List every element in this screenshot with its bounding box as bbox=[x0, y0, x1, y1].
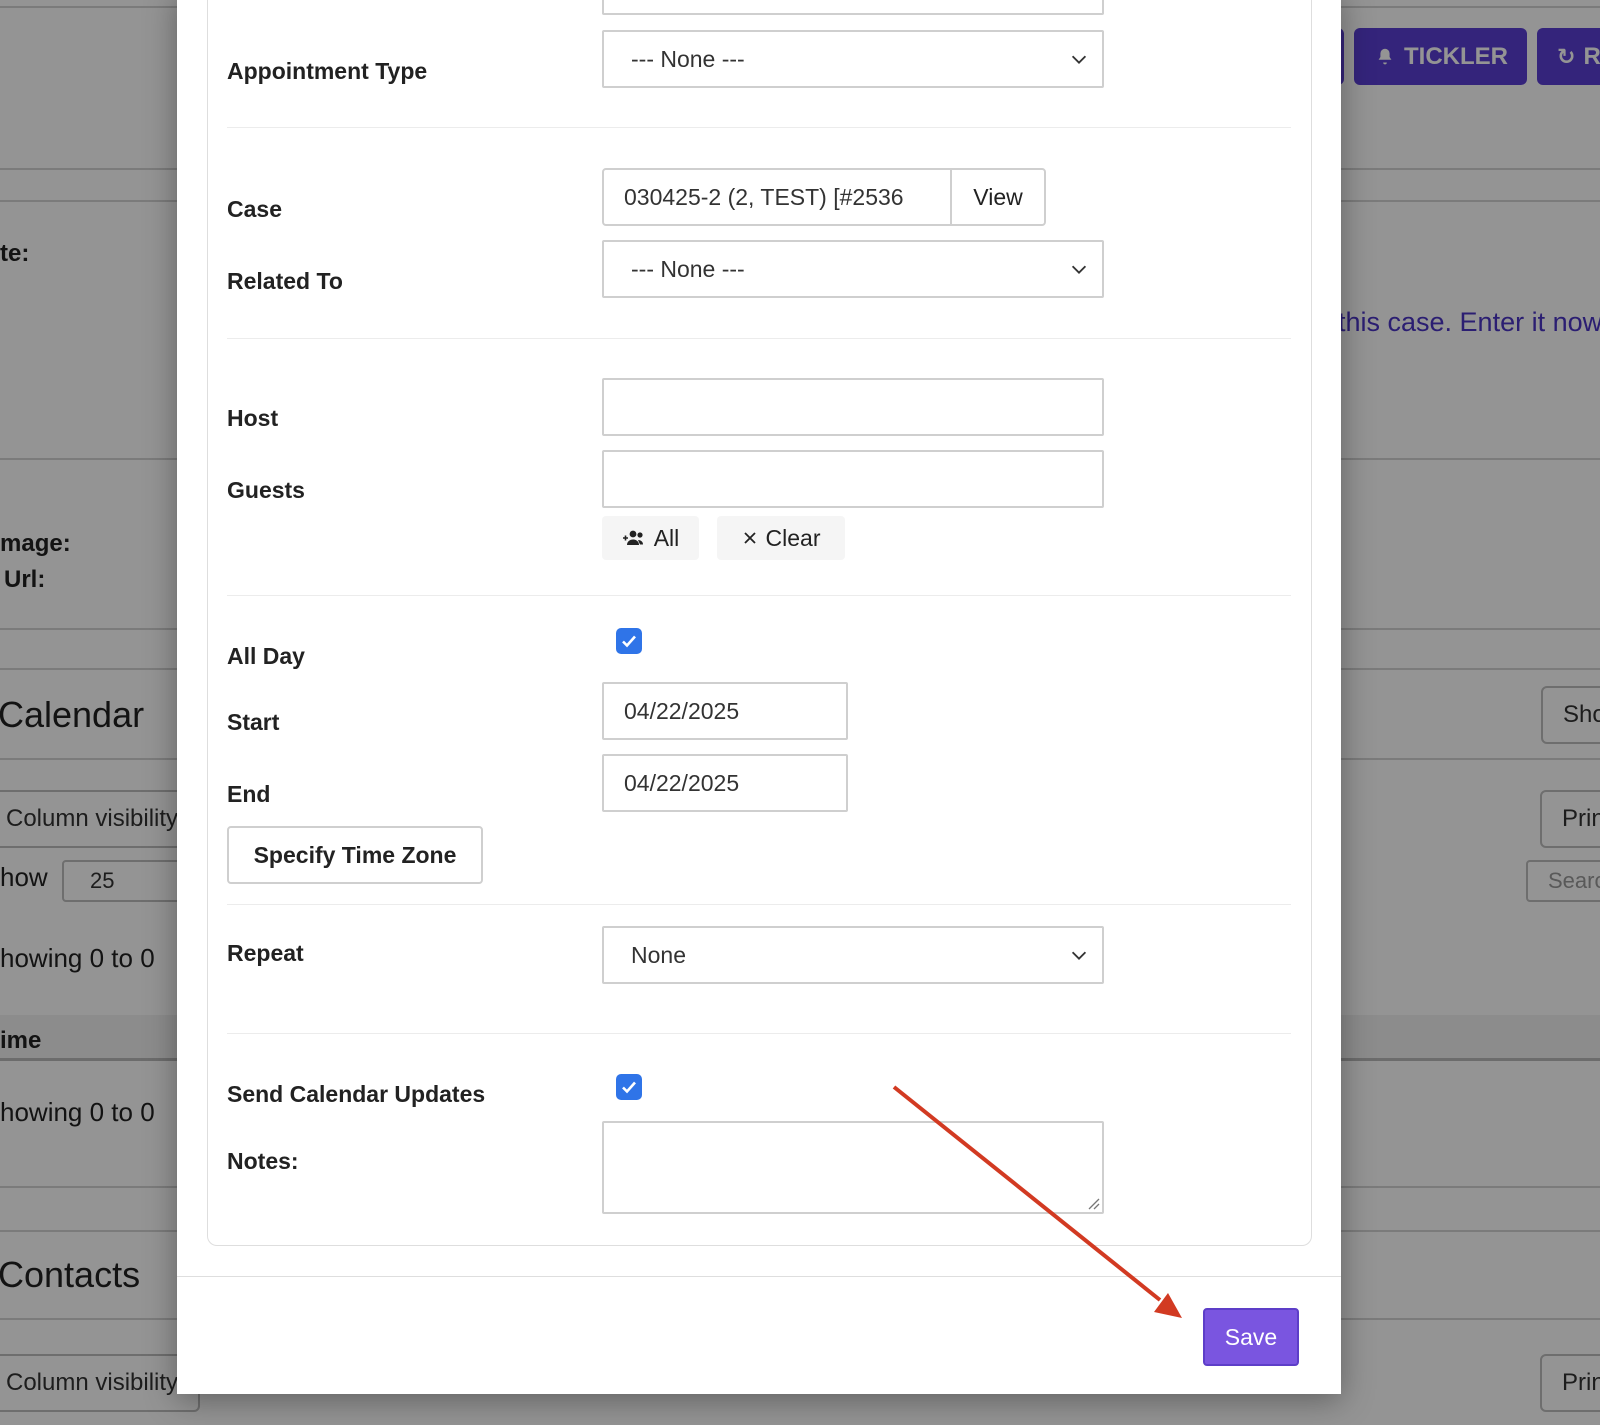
case-value: 030425-2 (2, TEST) [#2536 bbox=[624, 183, 904, 210]
location-input[interactable] bbox=[602, 0, 1104, 15]
host-input[interactable] bbox=[602, 378, 1104, 436]
case-label: Case bbox=[227, 196, 282, 222]
repeat-value: None bbox=[631, 941, 686, 968]
appointment-type-value: --- None --- bbox=[631, 45, 745, 72]
checkmark-icon bbox=[622, 1081, 636, 1094]
add-all-guests-button[interactable]: All bbox=[602, 516, 699, 560]
close-icon bbox=[743, 532, 756, 544]
clear-guests-button[interactable]: Clear bbox=[717, 516, 845, 560]
notes-label: Notes: bbox=[227, 1148, 299, 1174]
chevron-down-icon bbox=[1071, 951, 1087, 960]
all-day-checkbox[interactable] bbox=[616, 628, 642, 654]
related-to-select[interactable]: --- None --- bbox=[602, 240, 1104, 298]
send-calendar-updates-checkbox[interactable] bbox=[616, 1074, 642, 1100]
repeat-select[interactable]: None bbox=[602, 926, 1104, 984]
resize-handle-icon[interactable] bbox=[1084, 1194, 1100, 1210]
related-to-value: --- None --- bbox=[631, 255, 745, 282]
add-all-guests-label: All bbox=[653, 524, 680, 551]
host-label: Host bbox=[227, 405, 279, 431]
chevron-down-icon bbox=[1071, 55, 1087, 64]
send-calendar-updates-label: Send Calendar Updates bbox=[227, 1081, 486, 1107]
save-button[interactable]: Save bbox=[1203, 1308, 1299, 1366]
modal-footer-divider bbox=[177, 1276, 1341, 1277]
clear-guests-label: Clear bbox=[765, 524, 821, 551]
case-input[interactable]: 030425-2 (2, TEST) [#2536 bbox=[602, 168, 952, 226]
add-group-icon bbox=[622, 530, 643, 545]
end-label: End bbox=[227, 781, 271, 807]
notes-textarea[interactable] bbox=[602, 1121, 1104, 1214]
start-date-input[interactable]: 04/22/2025 bbox=[602, 682, 848, 740]
checkmark-icon bbox=[622, 635, 636, 648]
specify-time-zone-button[interactable]: Specify Time Zone bbox=[227, 826, 483, 884]
divider bbox=[227, 595, 1291, 596]
view-case-button[interactable]: View bbox=[950, 168, 1046, 226]
start-label: Start bbox=[227, 709, 280, 735]
divider bbox=[227, 1033, 1291, 1034]
appointment-type-label: Appointment Type bbox=[227, 58, 428, 84]
appointment-modal: Appointment Type --- None --- Case 03042… bbox=[177, 0, 1341, 1394]
end-date-input[interactable]: 04/22/2025 bbox=[602, 754, 848, 812]
divider bbox=[227, 338, 1291, 339]
divider bbox=[227, 127, 1291, 128]
repeat-label: Repeat bbox=[227, 940, 304, 966]
guests-label: Guests bbox=[227, 477, 305, 503]
appointment-type-select[interactable]: --- None --- bbox=[602, 30, 1104, 88]
guests-input[interactable] bbox=[602, 450, 1104, 508]
divider bbox=[227, 904, 1291, 905]
all-day-label: All Day bbox=[227, 643, 305, 669]
related-to-label: Related To bbox=[227, 268, 343, 294]
chevron-down-icon bbox=[1071, 265, 1087, 274]
